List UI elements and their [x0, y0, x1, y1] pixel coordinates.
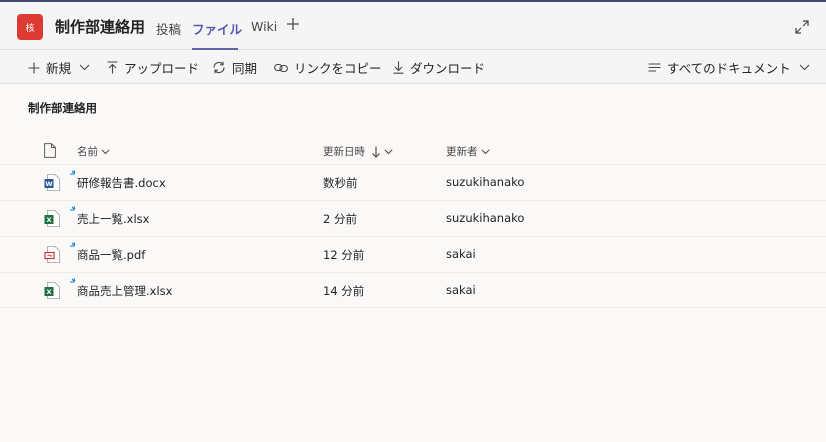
file-name-link[interactable]: 研修報告書.docx [77, 175, 166, 191]
expand-icon[interactable] [795, 20, 809, 34]
new-button-label: 新規 [46, 61, 72, 76]
file-list-area: 制作部連絡用 名前 更新日時 更新者 W 研修報告書.docx 数秒前 suzu… [0, 84, 826, 442]
file-name-link[interactable]: 商品一覧.pdf [77, 247, 145, 263]
sync-button-label: 同期 [232, 61, 258, 76]
channel-header: 核 制作部連絡用 投稿 ファイル Wiki [0, 2, 826, 50]
file-modified: 数秒前 [323, 176, 358, 190]
chevron-down-icon [384, 148, 393, 154]
upload-button-label: アップロード [124, 61, 200, 76]
tab-posts[interactable]: 投稿 [156, 19, 181, 38]
column-header-name[interactable]: 名前 [77, 144, 110, 159]
command-bar: 新規 アップロード 同期 リンクをコピー ダウンロード すべてのドキュメント [0, 51, 826, 84]
sort-descending-icon [372, 146, 380, 158]
pdf-file-icon [44, 246, 60, 263]
download-button-label: ダウンロード [410, 61, 486, 76]
file-modified-by[interactable]: suzukihanako [446, 175, 524, 189]
sync-icon [213, 61, 225, 74]
lines-icon [648, 63, 661, 72]
table-row[interactable]: X 商品売上管理.xlsx 14 分前 sakai [0, 272, 826, 308]
excel-file-icon: X [44, 282, 60, 299]
column-header-modified-by-label: 更新者 [446, 146, 478, 158]
download-button[interactable]: ダウンロード [393, 51, 485, 84]
copy-link-button-label: リンクをコピー [294, 61, 382, 76]
upload-icon [107, 61, 118, 74]
column-header-modified[interactable]: 更新日時 [323, 144, 393, 159]
file-modified: 2 分前 [323, 212, 357, 226]
breadcrumb[interactable]: 制作部連絡用 [28, 100, 97, 116]
plus-icon [28, 62, 40, 73]
team-name: 制作部連絡用 [55, 18, 146, 36]
copy-link-button[interactable]: リンクをコピー [274, 51, 382, 84]
file-modified-by[interactable]: sakai [446, 247, 476, 261]
team-avatar[interactable]: 核 [17, 14, 43, 40]
excel-file-icon: X [44, 210, 60, 227]
view-selector-label: すべてのドキュメント [667, 61, 791, 76]
active-tab-indicator [192, 48, 238, 50]
file-type-header-icon[interactable] [44, 143, 56, 158]
sync-button[interactable]: 同期 [212, 51, 257, 84]
download-icon [393, 61, 404, 74]
svg-text:W: W [45, 180, 52, 188]
table-row[interactable]: X 売上一覧.xlsx 2 分前 suzukihanako [0, 200, 826, 236]
column-header-modified-by[interactable]: 更新者 [446, 144, 490, 159]
view-selector[interactable]: すべてのドキュメント [648, 51, 810, 84]
column-header-name-label: 名前 [77, 146, 98, 158]
file-name-link[interactable]: 売上一覧.xlsx [77, 211, 149, 227]
new-button[interactable]: 新規 [28, 51, 90, 84]
chevron-down-icon [101, 148, 110, 154]
chevron-down-icon [79, 64, 90, 71]
word-file-icon: W [44, 174, 60, 191]
file-modified: 12 分前 [323, 248, 365, 262]
svg-text:X: X [46, 288, 51, 296]
chevron-down-icon [799, 64, 810, 71]
upload-button[interactable]: アップロード [107, 51, 199, 84]
link-icon [274, 63, 288, 72]
file-modified-by[interactable]: sakai [446, 283, 476, 297]
add-tab-icon[interactable] [285, 16, 301, 32]
table-row[interactable]: 商品一覧.pdf 12 分前 sakai [0, 236, 826, 272]
tab-files[interactable]: ファイル [192, 19, 242, 38]
chevron-down-icon [480, 148, 490, 154]
svg-text:X: X [46, 216, 51, 224]
file-modified: 14 分前 [323, 284, 365, 298]
file-name-link[interactable]: 商品売上管理.xlsx [77, 283, 172, 299]
column-header-modified-label: 更新日時 [323, 146, 365, 158]
file-modified-by[interactable]: suzukihanako [446, 211, 524, 225]
tab-wiki[interactable]: Wiki [251, 19, 277, 34]
table-row[interactable]: W 研修報告書.docx 数秒前 suzukihanako [0, 164, 826, 200]
